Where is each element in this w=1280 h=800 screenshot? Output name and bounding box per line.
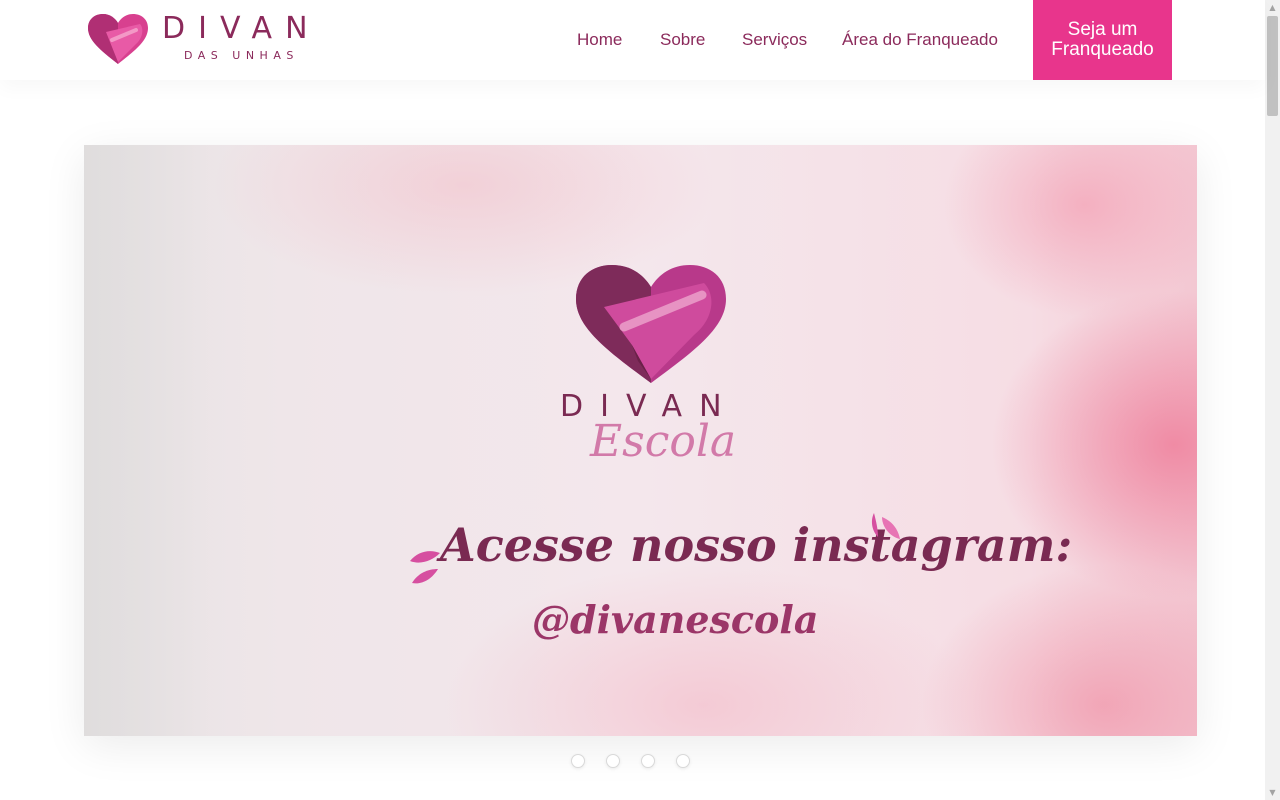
nav-item-area-do-franqueado[interactable]: Área do Franqueado [842, 28, 998, 52]
arrow-down-icon[interactable]: ▼ [1265, 785, 1280, 800]
nav-item-servicos[interactable]: Serviços [742, 28, 807, 52]
carousel-dot-4[interactable] [676, 754, 690, 768]
site-header: DIVAN DAS UNHAS Home Sobre Serviços Área… [0, 0, 1265, 80]
petal-icon [871, 513, 900, 539]
hero-logo-script: Escola [590, 416, 737, 467]
carousel-dot-3[interactable] [641, 754, 655, 768]
slide-edge-shade [84, 145, 214, 736]
page-scrollbar[interactable]: ▲ ▼ [1265, 0, 1280, 800]
carousel-dot-2[interactable] [606, 754, 620, 768]
hero-slide[interactable]: DIVAN Escola Acesse nosso instagram: @di… [84, 145, 1197, 736]
carousel-dots [571, 754, 701, 772]
brand-name: DIVAN [162, 11, 321, 46]
hero-headline: Acesse nosso instagram: [440, 518, 1073, 572]
seja-um-franqueado-button[interactable]: Seja um Franqueado [1033, 0, 1172, 80]
nav-item-home[interactable]: Home [577, 28, 622, 52]
carousel-dot-1[interactable] [571, 754, 585, 768]
heart-icon [88, 14, 148, 64]
arrow-up-icon[interactable]: ▲ [1265, 0, 1280, 15]
brand-tagline: DAS UNHAS [184, 49, 299, 62]
instagram-handle[interactable]: @divanescola [532, 595, 818, 645]
brand-logo-link[interactable]: DIVAN DAS UNHAS [88, 12, 328, 68]
scroll-thumb[interactable] [1267, 16, 1278, 116]
heart-icon [576, 265, 726, 383]
nav-item-sobre[interactable]: Sobre [660, 28, 705, 52]
